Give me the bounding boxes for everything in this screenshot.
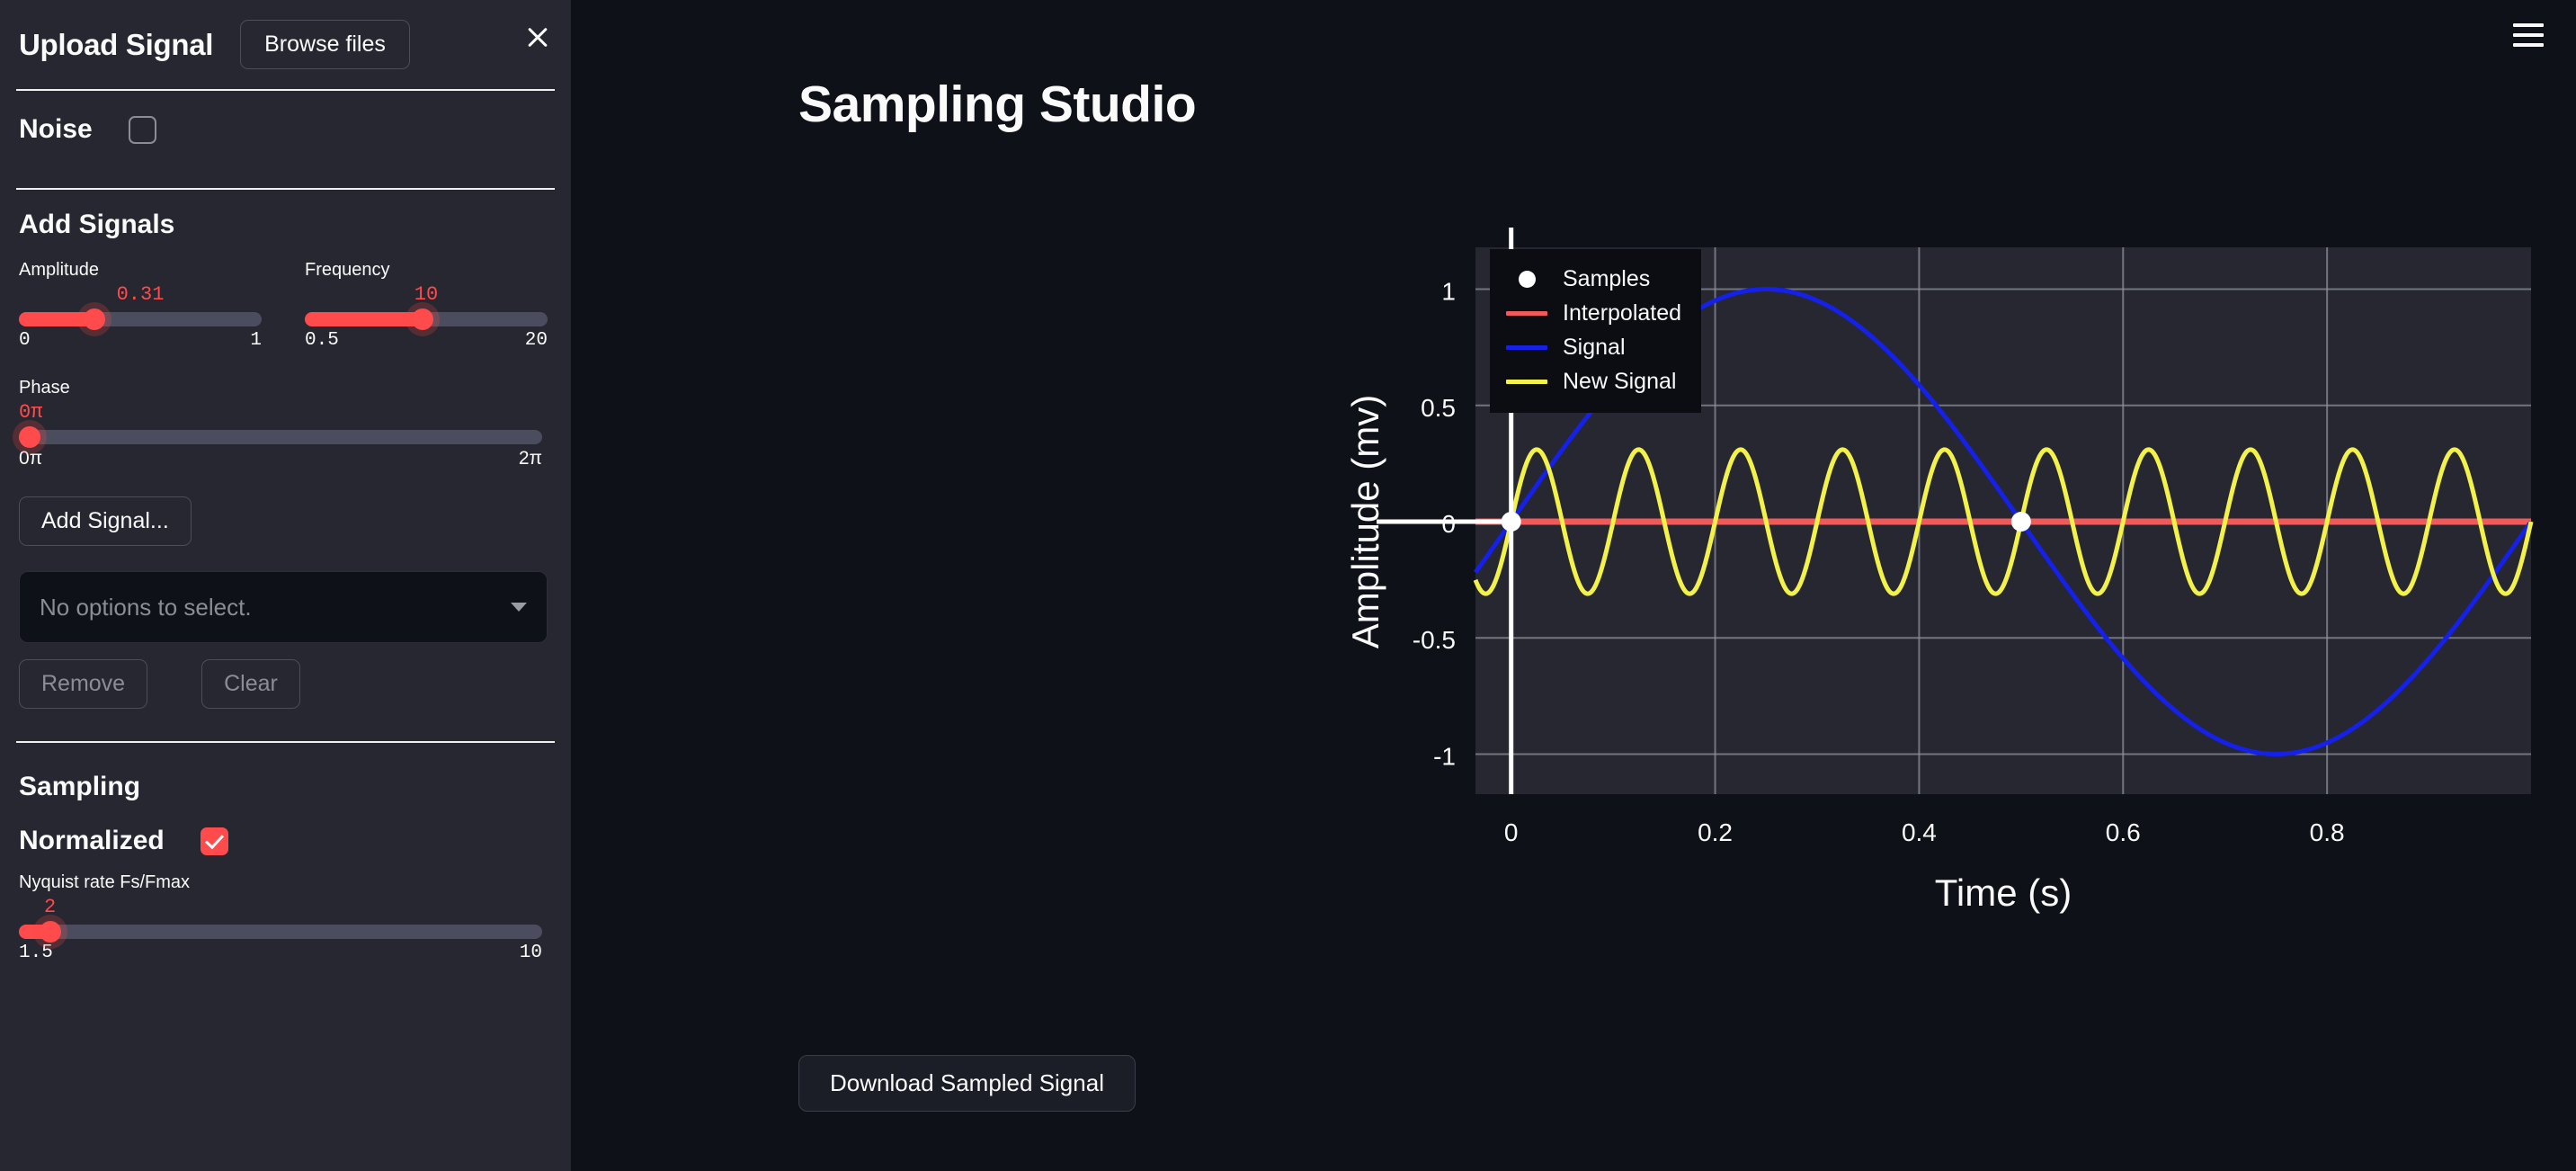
noise-section: Noise: [16, 91, 555, 168]
nyquist-max: 10: [520, 943, 542, 963]
amplitude-slider[interactable]: [19, 312, 262, 326]
sampling-section: Sampling Normalized Nyquist rate Fs/Fmax…: [16, 743, 555, 963]
upload-signal-section: Upload Signal Browse files: [16, 0, 555, 69]
hamburger-menu-icon[interactable]: [2513, 23, 2544, 53]
frequency-slider-group: Frequency 10 0.5 20: [305, 260, 548, 351]
svg-text:0: 0: [1504, 818, 1519, 846]
svg-text:0.4: 0.4: [1902, 818, 1937, 846]
amplitude-frequency-row: Amplitude 0.31 0 1 Frequency 10: [16, 240, 555, 351]
amplitude-slider-group: Amplitude 0.31 0 1: [19, 260, 262, 351]
normalized-label: Normalized: [19, 826, 165, 856]
nyquist-label: Nyquist rate Fs/Fmax: [19, 872, 542, 893]
browse-files-button[interactable]: Browse files: [240, 20, 410, 69]
nyquist-value: 2: [19, 896, 542, 918]
frequency-max: 20: [525, 330, 548, 351]
phase-slider-group: Phase 0π 0π 2π: [16, 351, 545, 469]
page-title: Sampling Studio: [798, 75, 1196, 134]
phase-slider[interactable]: [19, 430, 542, 444]
phase-max: 2π: [519, 448, 542, 469]
clear-button[interactable]: Clear: [201, 659, 300, 709]
divider-noise: [16, 188, 555, 190]
svg-text:0.2: 0.2: [1698, 818, 1733, 846]
interpolated-line-icon: [1506, 311, 1547, 316]
add-signals-title: Add Signals: [16, 190, 555, 240]
svg-text:Time (s): Time (s): [1935, 872, 2072, 914]
legend-item: Samples: [1506, 262, 1681, 296]
new-signal-line-icon: [1506, 380, 1547, 384]
noise-label: Noise: [19, 114, 93, 145]
legend-item: Interpolated: [1506, 296, 1681, 330]
sidebar: Upload Signal Browse files Noise Add Sig…: [0, 0, 571, 1171]
svg-text:-0.5: -0.5: [1413, 626, 1456, 654]
normalized-checkbox[interactable]: [201, 827, 228, 855]
svg-text:0.8: 0.8: [2310, 818, 2345, 846]
nyquist-slider-group: Nyquist rate Fs/Fmax 2 1.5 10: [16, 862, 545, 963]
legend-label: Signal: [1563, 335, 1626, 361]
samples-marker-icon: [1506, 271, 1547, 288]
chevron-down-icon: [511, 603, 527, 612]
phase-label: Phase: [19, 378, 542, 398]
signal-select-dropdown[interactable]: No options to select.: [19, 571, 548, 643]
legend-label: Interpolated: [1563, 300, 1681, 326]
legend-item: Signal: [1506, 330, 1681, 364]
amplitude-value: 0.31: [19, 283, 262, 306]
frequency-min: 0.5: [305, 330, 339, 351]
signal-actions-row: Remove Clear: [16, 643, 555, 709]
normalized-row: Normalized: [16, 802, 555, 862]
legend-label: New Signal: [1563, 369, 1676, 395]
svg-text:-1: -1: [1433, 742, 1456, 770]
phase-value: 0π: [19, 401, 542, 424]
legend-label: Samples: [1563, 266, 1650, 292]
frequency-slider[interactable]: [305, 312, 548, 326]
svg-text:0.6: 0.6: [2106, 818, 2141, 846]
divider-upload: [16, 89, 555, 91]
frequency-label: Frequency: [305, 260, 548, 281]
svg-text:1: 1: [1441, 278, 1456, 306]
legend-item: New Signal: [1506, 364, 1681, 398]
add-signal-button[interactable]: Add Signal...: [19, 496, 192, 546]
phase-min: 0π: [19, 448, 42, 469]
amplitude-min: 0: [19, 330, 31, 351]
sampling-title: Sampling: [16, 752, 555, 802]
upload-signal-title: Upload Signal: [19, 28, 213, 62]
nyquist-min: 1.5: [19, 943, 53, 963]
chart-legend: Samples Interpolated Signal New Signal: [1490, 249, 1701, 413]
frequency-value: 10: [305, 283, 548, 306]
svg-text:Amplitude (mv): Amplitude (mv): [1344, 395, 1386, 648]
close-icon[interactable]: [522, 22, 553, 52]
signal-line-icon: [1506, 345, 1547, 350]
svg-text:0.5: 0.5: [1421, 394, 1456, 422]
app-root: Upload Signal Browse files Noise Add Sig…: [0, 0, 2576, 1171]
amplitude-label: Amplitude: [19, 260, 262, 281]
main-content: Sampling Studio 1 0.5 0 -0.5 -1 0 0.2 0.4 0.6 0.8…: [571, 0, 2576, 1171]
amplitude-max: 1: [250, 330, 262, 351]
svg-text:0: 0: [1441, 510, 1456, 538]
nyquist-slider[interactable]: [19, 925, 542, 939]
remove-button[interactable]: Remove: [19, 659, 147, 709]
divider-sampling: [16, 741, 555, 743]
noise-checkbox[interactable]: [129, 116, 156, 144]
download-sampled-signal-button[interactable]: Download Sampled Signal: [798, 1055, 1136, 1112]
signal-select-placeholder: No options to select.: [40, 594, 252, 621]
